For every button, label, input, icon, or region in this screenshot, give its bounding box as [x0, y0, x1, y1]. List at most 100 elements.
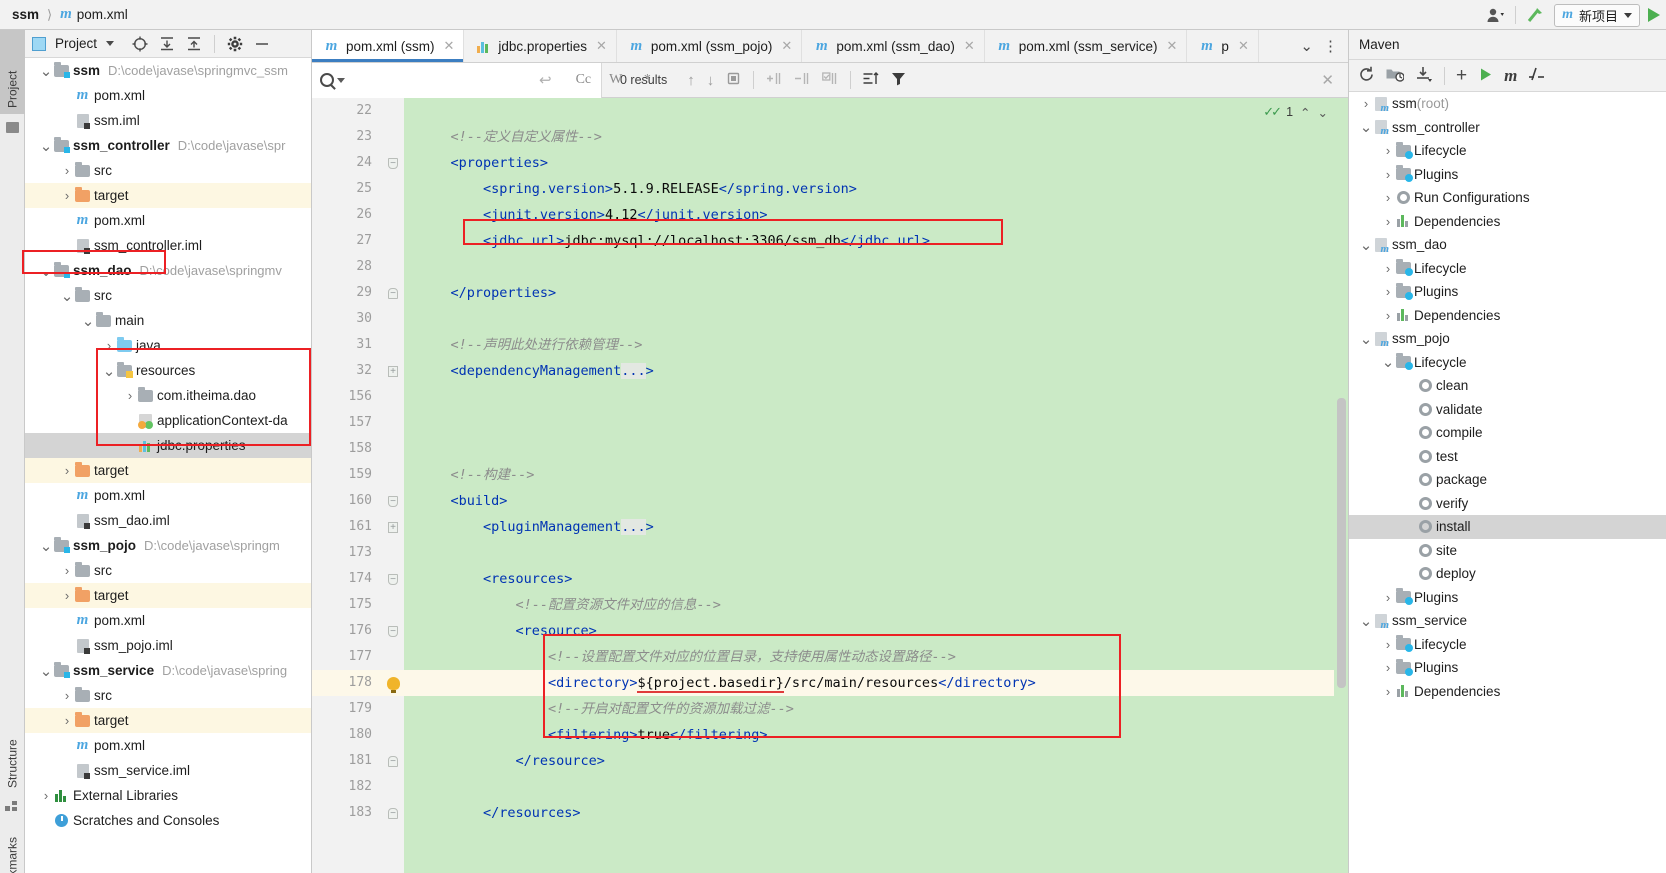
breadcrumb-file[interactable]: pom.xml: [77, 7, 128, 22]
code-line[interactable]: <filtering>true</filtering>: [404, 722, 1334, 748]
chevron-right-icon[interactable]: ›: [1381, 261, 1395, 276]
code-line[interactable]: [404, 306, 1334, 332]
chevron-down-icon[interactable]: ⌄: [1359, 612, 1373, 630]
maven-tree-row[interactable]: › Lifecycle: [1349, 633, 1666, 657]
code-line[interactable]: <resources>: [404, 566, 1334, 592]
maven-tree-row[interactable]: › site: [1349, 539, 1666, 563]
chevron-right-icon[interactable]: ›: [1359, 96, 1373, 111]
locate-icon[interactable]: [131, 35, 149, 53]
close-tab-icon[interactable]: ✕: [444, 38, 455, 54]
chevron-right-icon[interactable]: ›: [1381, 308, 1395, 323]
code-line[interactable]: <properties>: [404, 150, 1334, 176]
maven-tree-row[interactable]: › Run Configurations: [1349, 186, 1666, 210]
filter-icon[interactable]: [885, 71, 912, 89]
chevron-down-icon[interactable]: ⌄: [1359, 236, 1373, 254]
tree-row[interactable]: › target: [25, 183, 311, 208]
tree-row[interactable]: ⌄ ssm D:\code\javase\springmvc_ssm: [25, 58, 311, 83]
code-line[interactable]: <!--定义自定义属性-->: [404, 124, 1334, 150]
select-all-occurrences-icon[interactable]: [816, 71, 844, 89]
code-line[interactable]: [404, 540, 1334, 566]
chevron-right-icon[interactable]: ›: [102, 338, 116, 353]
maven-tree-row[interactable]: › validate: [1349, 398, 1666, 422]
intention-bulb-icon[interactable]: [382, 670, 404, 696]
chevron-right-icon[interactable]: ›: [1381, 284, 1395, 299]
close-tab-icon[interactable]: ✕: [964, 38, 975, 54]
code-line[interactable]: </resources>: [404, 800, 1334, 826]
tree-row[interactable]: › src: [25, 158, 311, 183]
editor-scrollbar-thumb[interactable]: [1337, 398, 1346, 688]
chevron-right-icon[interactable]: ›: [1381, 167, 1395, 182]
tree-row[interactable]: › applicationContext-da: [25, 408, 311, 433]
code-line[interactable]: <!--配置资源文件对应的信息-->: [404, 592, 1334, 618]
maven-tree-row[interactable]: ⌄ ssm_service: [1349, 609, 1666, 633]
chevron-right-icon[interactable]: ›: [60, 713, 74, 728]
maven-tree-row[interactable]: › Plugins: [1349, 280, 1666, 304]
chevron-right-icon[interactable]: ›: [1381, 590, 1395, 605]
tree-row[interactable]: › ssm.iml: [25, 108, 311, 133]
add-icon[interactable]: +: [1456, 66, 1467, 85]
fold-and-hint-gutter[interactable]: − − + − + − − − −: [382, 98, 404, 873]
more-vertical-icon[interactable]: ⋮: [1323, 37, 1338, 55]
chevron-right-icon[interactable]: ›: [1381, 190, 1395, 205]
tree-row[interactable]: › External Libraries: [25, 783, 311, 808]
fold-collapse-icon[interactable]: −: [382, 618, 404, 644]
chevron-down-icon[interactable]: ⌄: [81, 312, 95, 330]
tree-row[interactable]: › jdbc.properties: [25, 433, 311, 458]
reload-icon[interactable]: [1358, 66, 1375, 86]
code-line[interactable]: <!--开启对配置文件的资源加载过滤-->: [404, 696, 1334, 722]
code-line[interactable]: [404, 410, 1334, 436]
code-line[interactable]: </resource>: [404, 748, 1334, 774]
expand-all-icon[interactable]: [158, 35, 176, 53]
fold-expand-icon[interactable]: +: [382, 514, 404, 540]
editor-tab[interactable]: m pom.xml (ssm_service) ✕: [985, 30, 1188, 62]
code-line[interactable]: </properties>: [404, 280, 1334, 306]
code-line[interactable]: [404, 98, 1334, 124]
tree-row[interactable]: › src: [25, 558, 311, 583]
tree-row[interactable]: ⌄ ssm_controller D:\code\javase\spr: [25, 133, 311, 158]
tree-row[interactable]: ›m pom.xml: [25, 208, 311, 233]
maven-tree-row[interactable]: › compile: [1349, 421, 1666, 445]
project-file-tree[interactable]: ⌄ssmD:\code\javase\springmvc_ssm ›mpom.xm…: [25, 58, 311, 873]
run-play-icon[interactable]: [1648, 8, 1660, 22]
chevron-down-icon[interactable]: ⌄: [39, 62, 53, 80]
code-line[interactable]: <!--声明此处进行依赖管理-->: [404, 332, 1334, 358]
code-line[interactable]: <resource>: [404, 618, 1334, 644]
tree-row[interactable]: › target: [25, 708, 311, 733]
close-icon[interactable]: ✕: [1315, 71, 1340, 89]
code-line[interactable]: <dependencyManagement...>: [404, 358, 1334, 384]
close-tab-icon[interactable]: ✕: [1167, 38, 1178, 54]
project-panel-title[interactable]: Project: [55, 36, 97, 51]
remove-occurrence-icon[interactable]: [788, 71, 816, 89]
editor-tab[interactable]: m pom.xml (ssm_pojo) ✕: [617, 30, 803, 62]
maven-tree-row[interactable]: › clean: [1349, 374, 1666, 398]
code-line[interactable]: [404, 254, 1334, 280]
chevron-right-icon[interactable]: ›: [1381, 143, 1395, 158]
editor-tab[interactable]: m p ✕: [1187, 30, 1259, 62]
tree-row[interactable]: ⌄ ssm_service D:\code\javase\spring: [25, 658, 311, 683]
collapse-all-icon[interactable]: [185, 35, 203, 53]
close-tab-icon[interactable]: ✕: [1238, 38, 1249, 54]
chevron-right-icon[interactable]: ›: [39, 788, 53, 803]
chevron-down-icon[interactable]: ⌄: [1359, 330, 1373, 348]
chevron-down-icon[interactable]: ⌄: [39, 537, 53, 555]
chevron-down-icon[interactable]: ⌄: [1318, 105, 1328, 120]
code-editor[interactable]: 22 23 24 25 26 27 28 29 30 31 32 156 157 158 159 160 161…: [312, 98, 1348, 873]
download-sources-icon[interactable]: [1415, 66, 1433, 85]
fold-collapse-end-icon[interactable]: −: [382, 280, 404, 306]
editor-tab[interactable]: m pom.xml (ssm) ✕: [312, 30, 465, 62]
code-line[interactable]: <jdbc.url>jdbc:mysql://localhost:3306/ss…: [404, 228, 1334, 254]
sidebar-item-bookmarks[interactable]: Bookmarks: [0, 820, 25, 873]
run-configuration-selector[interactable]: m 新项目: [1554, 3, 1640, 27]
tree-row[interactable]: › ssm_controller.iml: [25, 233, 311, 258]
tree-row[interactable]: › src: [25, 683, 311, 708]
fold-collapse-icon[interactable]: −: [382, 488, 404, 514]
chevron-down-icon[interactable]: ⌄: [39, 662, 53, 680]
chevron-right-icon[interactable]: ›: [1381, 214, 1395, 229]
fold-expand-icon[interactable]: +: [382, 358, 404, 384]
fold-collapse-icon[interactable]: −: [382, 150, 404, 176]
maven-tree-row[interactable]: › verify: [1349, 492, 1666, 516]
tree-row[interactable]: › ssm_dao.iml: [25, 508, 311, 533]
tree-row[interactable]: ⌄ src: [25, 283, 311, 308]
arrow-down-icon[interactable]: ↓: [701, 72, 721, 89]
tree-row[interactable]: › java: [25, 333, 311, 358]
